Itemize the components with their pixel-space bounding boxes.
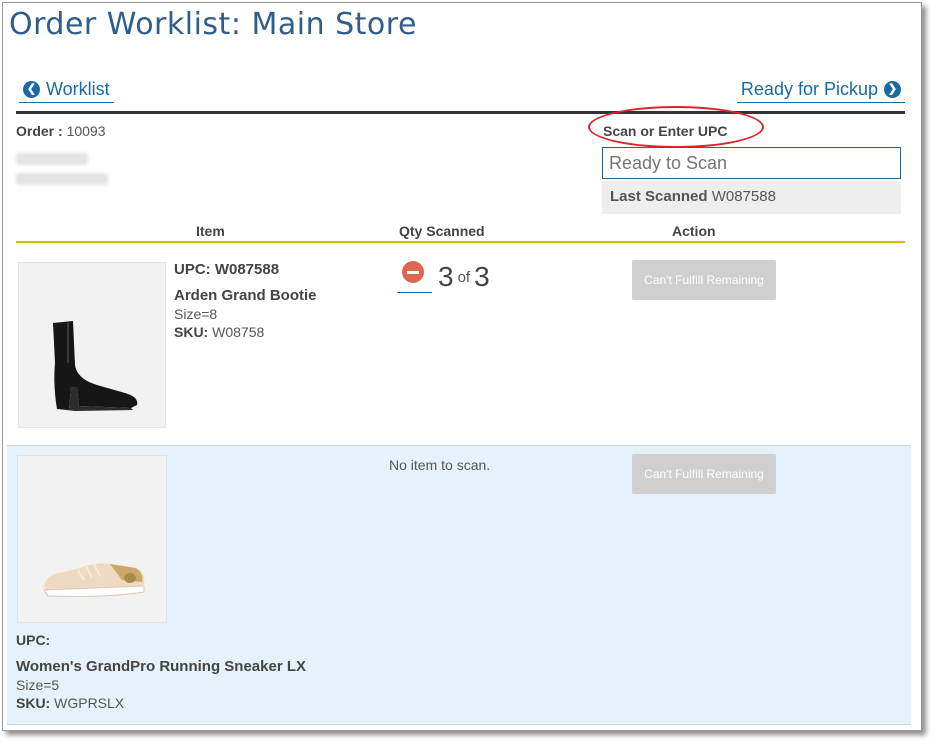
item-1-qty-scanned: 3 of 3: [397, 261, 490, 293]
order-info: Order : 10093: [16, 123, 106, 139]
qty-scanned-value: 3: [438, 261, 454, 292]
order-label: Order :: [16, 123, 63, 139]
item-1-upc: UPC: W087588: [174, 261, 280, 278]
item-2-size: Size=5: [16, 677, 60, 693]
column-header-action: Action: [672, 223, 716, 239]
worklist-back-link[interactable]: ❮ Worklist: [19, 79, 114, 103]
redacted-customer-name: [16, 153, 88, 165]
item-1-sku: SKU: W08758: [174, 324, 265, 340]
item-2-upc: UPC:: [16, 632, 51, 648]
scan-label: Scan or Enter UPC: [603, 123, 728, 139]
product-image-sneaker: [17, 455, 167, 623]
cant-fulfill-remaining-button-2[interactable]: Can't Fulfill Remaining: [632, 454, 776, 494]
worklist-back-label: Worklist: [46, 79, 110, 99]
last-scanned-panel: Last Scanned W087588: [602, 181, 901, 214]
cant-fulfill-remaining-button-1[interactable]: Can't Fulfill Remaining: [632, 260, 776, 300]
item-2-details: UPC: Women's GrandPro Running Sneaker LX…: [16, 631, 306, 712]
last-scanned-value: W087588: [711, 188, 776, 205]
chevron-right-circle-icon: ❯: [884, 81, 901, 98]
table-header-divider: [16, 241, 905, 243]
last-scanned-label: Last Scanned: [610, 188, 708, 205]
app-window: Order Worklist: Main Store ❮ Worklist Re…: [2, 2, 922, 731]
order-number: 10093: [66, 123, 106, 139]
product-image-bootie: [18, 262, 166, 428]
page-title: Order Worklist: Main Store: [9, 7, 417, 42]
ready-for-pickup-label: Ready for Pickup: [740, 79, 878, 99]
chevron-left-circle-icon: ❮: [23, 81, 40, 98]
item-2-sku: SKU: WGPRSLX: [16, 695, 125, 711]
redacted-customer-phone: [16, 173, 108, 185]
item-1-name: Arden Grand Bootie: [174, 287, 317, 304]
ready-for-pickup-link[interactable]: Ready for Pickup ❯: [736, 79, 905, 103]
item-2-name: Women's GrandPro Running Sneaker LX: [16, 658, 307, 675]
column-header-qty-scanned: Qty Scanned: [399, 223, 485, 239]
minus-circle-icon: [402, 261, 424, 283]
column-header-item: Item: [196, 223, 225, 239]
sneaker-image: [43, 563, 145, 597]
decrement-qty-button[interactable]: [397, 261, 432, 293]
qty-of-label: of: [457, 268, 471, 286]
qty-total-value: 3: [474, 261, 490, 292]
ankle-boot-image: [53, 321, 138, 411]
no-item-to-scan-text: No item to scan.: [389, 457, 491, 473]
item-1-details: UPC: W087588 Arden Grand Bootie Size=8 S…: [174, 261, 317, 341]
scan-upc-input[interactable]: [602, 147, 901, 179]
item-1-size: Size=8: [174, 306, 218, 322]
header-divider: [16, 111, 905, 114]
